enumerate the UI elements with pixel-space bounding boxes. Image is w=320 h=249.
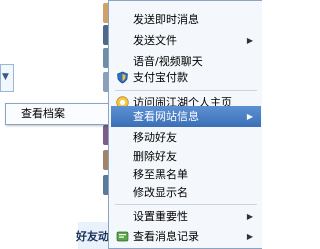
menu-item-label: 查看消息记录 [133, 230, 199, 243]
menu-item-send-file[interactable]: 发送文件 ▶ [111, 30, 261, 51]
menu-item-move-friend[interactable]: 移动好友 [111, 127, 261, 148]
menu-item-label: 修改显示名 [133, 186, 188, 199]
menu-item-label: 移至黑名单 [133, 168, 188, 181]
submenu-arrow-icon: ▶ [246, 232, 253, 241]
friend-context-menu: 发送即时消息 发送文件 ▶ 语音/视频聊天 支付宝付款 访问闹江湖个人主页 查看… [108, 0, 262, 249]
menu-item-website-info[interactable]: 查看网站信息 ▶ [111, 106, 261, 127]
website-info-submenu: 查看档案 [5, 103, 116, 125]
submenu-arrow-icon: ▶ [246, 112, 253, 121]
menu-separator [115, 204, 257, 205]
menu-item-rename[interactable]: 修改显示名 [111, 182, 261, 203]
menu-item-label: 发送即时消息 [133, 13, 199, 26]
shield-icon [117, 71, 128, 84]
menu-item-label: 支付宝付款 [133, 71, 188, 84]
menu-item-message-history[interactable]: 查看消息记录 ▶ [111, 226, 261, 247]
collapsed-dropdown[interactable]: ▼ [0, 64, 14, 92]
menu-item-label: 设置重要性 [133, 210, 188, 223]
menu-item-label: 发送文件 [133, 34, 177, 47]
submenu-arrow-icon: ▶ [246, 36, 253, 45]
menu-separator [115, 90, 257, 91]
message-history-icon [116, 231, 129, 242]
menu-item-alipay[interactable]: 支付宝付款 [111, 67, 261, 88]
menu-item-label: 查看网站信息 [133, 110, 199, 123]
chevron-down-icon: ▼ [2, 72, 9, 82]
menu-item-set-importance[interactable]: 设置重要性 ▶ [111, 206, 261, 227]
submenu-arrow-icon: ▶ [246, 212, 253, 221]
submenu-item-view-profile[interactable]: 查看档案 [7, 105, 114, 123]
menu-item-label: 删除好友 [133, 150, 177, 163]
menu-item-send-message[interactable]: 发送即时消息 [111, 9, 261, 30]
menu-item-label: 移动好友 [133, 131, 177, 144]
